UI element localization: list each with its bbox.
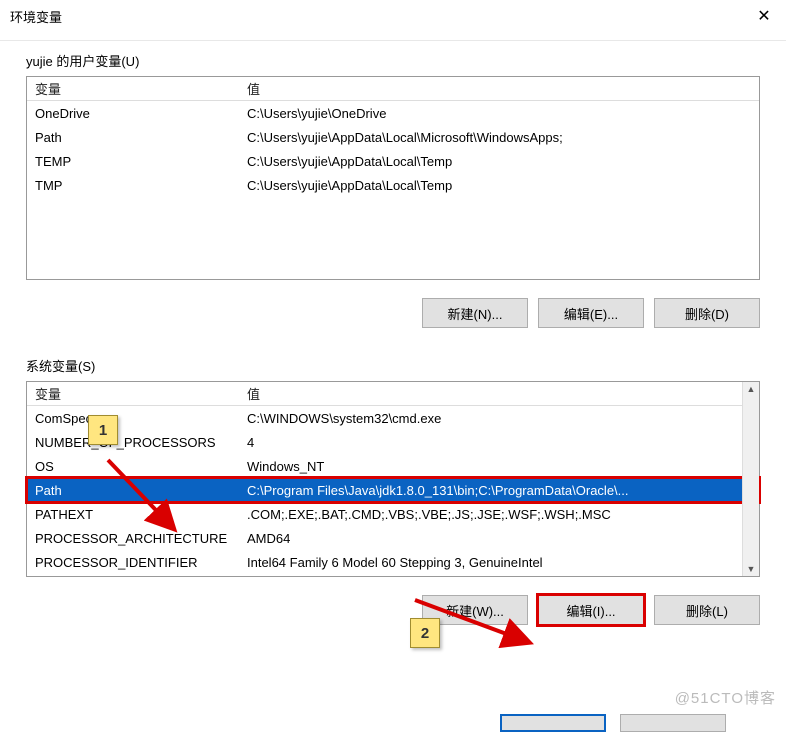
cell-variable: Path (27, 130, 243, 145)
table-row[interactable]: NUMBER_OF_PROCESSORS4 (27, 430, 759, 454)
table-row[interactable]: PROCESSOR_IDENTIFIERIntel64 Family 6 Mod… (27, 550, 759, 574)
cell-value: AMD64 (243, 531, 759, 546)
user-variables-section: yujie 的用户变量(U) 变量 值 OneDriveC:\Users\yuj… (0, 41, 786, 284)
cell-value: C:\Users\yujie\AppData\Local\Temp (243, 178, 759, 193)
ok-button-partial[interactable] (500, 714, 606, 732)
system-variables-section: 系统变量(S) 变量 值 ComSpecC:\WINDOWS\system32\… (0, 336, 786, 581)
cell-variable: PATHEXT (27, 507, 243, 522)
user-delete-button[interactable]: 删除(D) (654, 298, 760, 328)
cell-value: C:\WINDOWS\system32\cmd.exe (243, 411, 759, 426)
table-row[interactable]: OSWindows_NT (27, 454, 759, 478)
system-buttons-row: 新建(W)... 编辑(I)... 删除(L) (0, 581, 786, 633)
window-title: 环境变量 (10, 7, 62, 26)
cell-variable: TMP (27, 178, 243, 193)
col-value[interactable]: 值 (243, 79, 759, 98)
cell-value: Windows_NT (243, 459, 759, 474)
dialog-bottom-buttons (0, 714, 786, 732)
user-new-button[interactable]: 新建(N)... (422, 298, 528, 328)
user-edit-button[interactable]: 编辑(E)... (538, 298, 644, 328)
table-row[interactable]: PATHEXT.COM;.EXE;.BAT;.CMD;.VBS;.VBE;.JS… (27, 502, 759, 526)
col-variable[interactable]: 变量 (27, 79, 243, 98)
cell-value: C:\Users\yujie\OneDrive (243, 106, 759, 121)
cell-value: C:\Program Files\Java\jdk1.8.0_131\bin;C… (243, 483, 759, 498)
sys-delete-button[interactable]: 删除(L) (654, 595, 760, 625)
table-row[interactable]: PROCESSOR_ARCHITECTUREAMD64 (27, 526, 759, 550)
col-value[interactable]: 值 (243, 384, 759, 403)
cell-variable: PROCESSOR_ARCHITECTURE (27, 531, 243, 546)
user-variables-list[interactable]: 变量 值 OneDriveC:\Users\yujie\OneDrivePath… (26, 76, 760, 280)
table-row[interactable]: PathC:\Users\yujie\AppData\Local\Microso… (27, 125, 759, 149)
titlebar: 环境变量 ✕ (0, 0, 786, 41)
table-row[interactable]: TMPC:\Users\yujie\AppData\Local\Temp (27, 173, 759, 197)
annotation-step1: 1 (88, 415, 118, 445)
table-row[interactable]: PathC:\Program Files\Java\jdk1.8.0_131\b… (27, 478, 759, 502)
cell-variable: OneDrive (27, 106, 243, 121)
table-row[interactable]: OneDriveC:\Users\yujie\OneDrive (27, 101, 759, 125)
cell-value: 4 (243, 435, 759, 450)
user-section-label: yujie 的用户变量(U) (26, 51, 760, 70)
cell-value: Intel64 Family 6 Model 60 Stepping 3, Ge… (243, 555, 759, 570)
table-row[interactable]: TEMPC:\Users\yujie\AppData\Local\Temp (27, 149, 759, 173)
system-variables-list[interactable]: 变量 值 ComSpecC:\WINDOWS\system32\cmd.exeN… (26, 381, 760, 577)
cell-variable: TEMP (27, 154, 243, 169)
col-variable[interactable]: 变量 (27, 384, 243, 403)
cell-value: .COM;.EXE;.BAT;.CMD;.VBS;.VBE;.JS;.JSE;.… (243, 507, 759, 522)
cancel-button-partial[interactable] (620, 714, 726, 732)
cell-value: C:\Users\yujie\AppData\Local\Microsoft\W… (243, 130, 759, 145)
table-row[interactable]: ComSpecC:\WINDOWS\system32\cmd.exe (27, 406, 759, 430)
cell-variable: NUMBER_OF_PROCESSORS (27, 435, 243, 450)
system-section-label: 系统变量(S) (26, 356, 760, 375)
watermark: @51CTO博客 (675, 687, 776, 708)
user-buttons-row: 新建(N)... 编辑(E)... 删除(D) (0, 284, 786, 336)
sys-list-header: 变量 值 (27, 382, 759, 406)
user-list-header: 变量 值 (27, 77, 759, 101)
sys-edit-button[interactable]: 编辑(I)... (538, 595, 644, 625)
cell-variable: PROCESSOR_IDENTIFIER (27, 555, 243, 570)
cell-variable: OS (27, 459, 243, 474)
annotation-step2: 2 (410, 618, 440, 648)
scrollbar[interactable] (742, 382, 759, 576)
cell-variable: ComSpec (27, 411, 243, 426)
close-icon[interactable]: ✕ (752, 4, 776, 28)
cell-variable: Path (27, 483, 243, 498)
cell-value: C:\Users\yujie\AppData\Local\Temp (243, 154, 759, 169)
